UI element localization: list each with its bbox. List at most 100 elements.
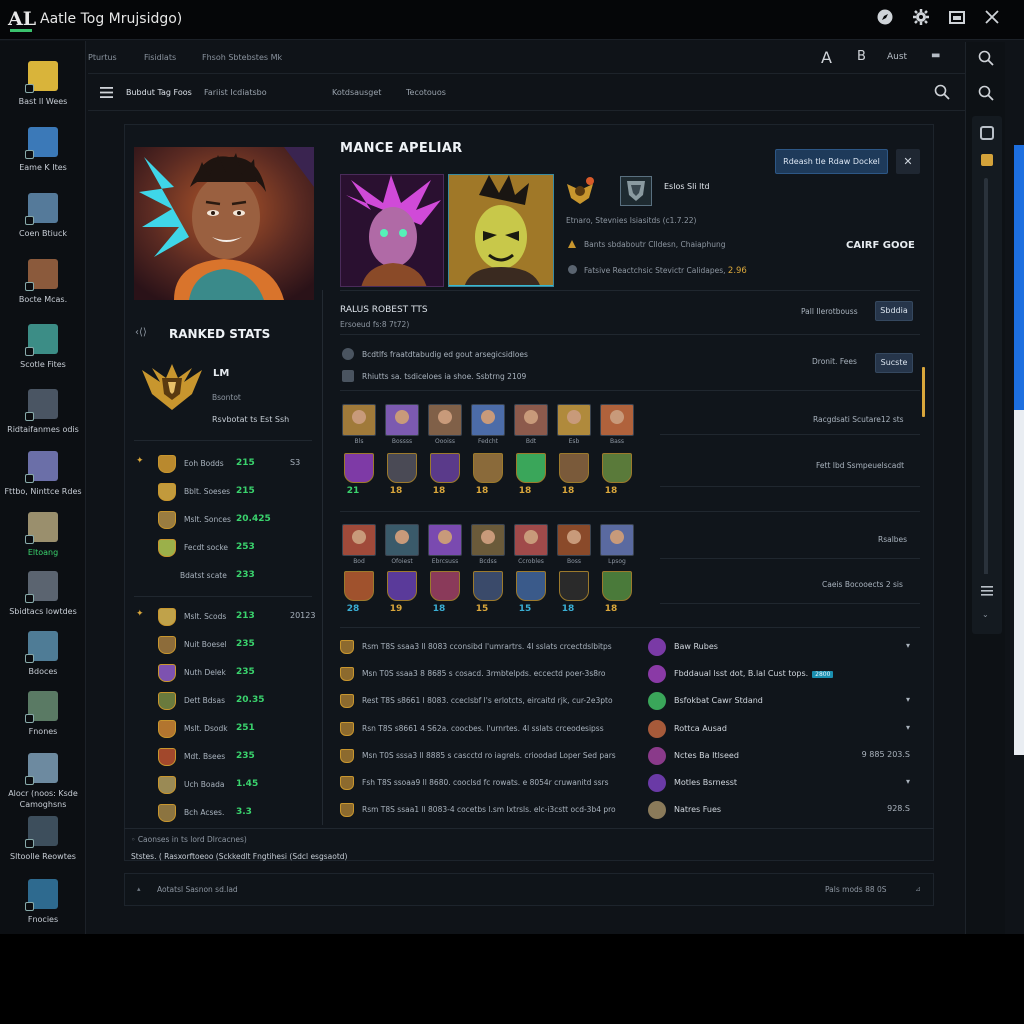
- search-alt-icon[interactable]: [976, 85, 996, 105]
- restore-icon[interactable]: [946, 8, 968, 30]
- match-row[interactable]: Msn T0S sssa3 ll 8885 s cascctd ro iagre…: [340, 746, 920, 769]
- match-right[interactable]: ▾: [906, 777, 910, 786]
- recent-secondary-button[interactable]: Sucste: [875, 353, 913, 373]
- rank-row[interactable]: Dett Bdsas 20.35: [134, 691, 314, 713]
- match-right[interactable]: ▾: [906, 723, 910, 732]
- champion-cell[interactable]: Bossss: [385, 404, 419, 445]
- champion-cell[interactable]: Ofoiest: [385, 524, 419, 565]
- rank-row[interactable]: Fecdt socke 253: [134, 538, 314, 560]
- settings-icon[interactable]: [910, 8, 932, 30]
- bookmark-icon[interactable]: B: [857, 49, 866, 64]
- sidebar-item[interactable]: Bast ll Wees: [0, 61, 86, 121]
- champion-cell[interactable]: Bdt: [514, 404, 548, 445]
- match-row[interactable]: Rest T8S s8661 l 8083. cceclsbf l's erlo…: [340, 692, 920, 714]
- crest-icon[interactable]: [473, 453, 503, 483]
- sidebar-item[interactable]: Bdoces: [0, 631, 86, 691]
- scroll-indicator[interactable]: [922, 367, 925, 417]
- match-row[interactable]: Rsn T8S s8661 4 S62a. coocbes. l'urnrtes…: [340, 719, 920, 742]
- sidebar-item[interactable]: Scotle Fites: [0, 324, 86, 384]
- lock-icon[interactable]: [980, 126, 994, 140]
- sidebar-item[interactable]: Ridtaifanmes odis: [0, 389, 86, 449]
- rail-scrollbar[interactable]: [984, 178, 988, 598]
- footer-caret-icon[interactable]: ▴: [137, 885, 141, 893]
- compass-icon[interactable]: [874, 8, 896, 30]
- rank-row[interactable]: Mdt. Bsees 235: [134, 747, 314, 769]
- crest-icon[interactable]: [602, 453, 632, 483]
- match-row[interactable]: Rsm T8S ssaa1 ll 8083-4 cocetbs l.sm Ixt…: [340, 801, 920, 823]
- subnav-tab[interactable]: Fariist Icdiatsbo: [204, 88, 267, 97]
- crest-icon[interactable]: [559, 453, 589, 483]
- rank-row[interactable]: ✦ Mslt. Scods 213 20123: [134, 607, 315, 629]
- champion-cell[interactable]: Ccrobles: [514, 524, 548, 565]
- champion-cell[interactable]: Boss: [557, 524, 591, 565]
- sidebar-item[interactable]: Fttbo, Ninttce Rdes: [0, 451, 86, 511]
- sidebar-item[interactable]: Bocte Mcas.: [0, 259, 86, 319]
- skin-art-yellow[interactable]: [448, 174, 554, 287]
- crest-icon[interactable]: [344, 571, 374, 601]
- rank-row[interactable]: Bch Acses. 3.3: [134, 803, 314, 825]
- crest-icon[interactable]: [430, 453, 460, 483]
- champion-portrait: [514, 524, 548, 556]
- topnav-item[interactable]: Fhsoh Sbtebstes Mk: [202, 53, 282, 62]
- champion-cell[interactable]: Esb: [557, 404, 591, 445]
- sidebar-item[interactable]: Fnocies: [0, 879, 86, 939]
- audio-label[interactable]: Aust: [887, 52, 907, 62]
- crest-icon[interactable]: [473, 571, 503, 601]
- hamburger-icon[interactable]: [100, 87, 113, 98]
- match-right[interactable]: ▾: [906, 641, 910, 650]
- search-rail-icon[interactable]: [976, 50, 996, 70]
- close-window-icon[interactable]: [981, 8, 1003, 30]
- list-icon[interactable]: [981, 586, 993, 599]
- crest-icon[interactable]: [430, 571, 460, 601]
- sidebar-item[interactable]: Eame K Ites: [0, 127, 86, 187]
- crest-icon[interactable]: [602, 571, 632, 601]
- rank-row[interactable]: Nuth Delek 235: [134, 663, 314, 685]
- sidebar-item[interactable]: Eltoang: [0, 512, 86, 572]
- skin-art-purple[interactable]: [340, 174, 444, 287]
- subnav-tab[interactable]: Kotdsausget: [332, 88, 381, 97]
- topnav-item[interactable]: Pturtus: [88, 53, 117, 62]
- champion-cell[interactable]: Lpsog: [600, 524, 634, 565]
- close-icon[interactable]: ✕: [896, 149, 920, 174]
- primary-action-button[interactable]: Rdeash tle Rdaw Dockel: [775, 149, 888, 174]
- chevron-left-icon[interactable]: ‹⟨⟩: [135, 327, 147, 338]
- champion-cell[interactable]: Bls: [342, 404, 376, 445]
- subnav-tab[interactable]: Tecotouos: [406, 88, 446, 97]
- match-row[interactable]: Msn T0S ssaa3 8 8685 s cosacd. 3rmbtelpd…: [340, 665, 920, 687]
- crest-icon[interactable]: [344, 453, 374, 483]
- recent-action-button[interactable]: Sbddia: [875, 301, 913, 321]
- crest-icon[interactable]: [559, 571, 589, 601]
- crest-icon[interactable]: [387, 571, 417, 601]
- gem-icon[interactable]: [981, 154, 993, 166]
- crest-icon[interactable]: [516, 453, 546, 483]
- crest-icon[interactable]: [387, 453, 417, 483]
- rank-row[interactable]: Uch Boada 1.45: [134, 775, 314, 797]
- rank-row[interactable]: Nuit Boesel 235: [134, 635, 314, 657]
- topnav-item[interactable]: Fisidlats: [144, 53, 176, 62]
- match-row[interactable]: Fsh T8S ssoaa9 ll 8680. cooclsd fc rowat…: [340, 774, 920, 796]
- champion-cell[interactable]: Oooiss: [428, 404, 462, 445]
- match-right[interactable]: ▾: [906, 695, 910, 704]
- rank-row[interactable]: ✦ Eoh Bodds 215 S3: [134, 454, 314, 476]
- rank-row[interactable]: Mslt. Sonces 20.425: [134, 510, 314, 532]
- match-row[interactable]: Rsm T8S ssaa3 ll 8083 cconsibd l'umrartr…: [340, 638, 920, 660]
- rank-row[interactable]: Mslt. Dsodk 251: [134, 719, 314, 741]
- champion-cell[interactable]: Ebrcsuss: [428, 524, 462, 565]
- footer-expand-icon[interactable]: ⊿: [915, 885, 921, 893]
- sidebar-item[interactable]: Alocr (noos: Ksde Camoghsns: [0, 753, 86, 813]
- rank-row[interactable]: Bblt. Soeses 215: [134, 482, 314, 504]
- champion-cell[interactable]: Bcdss: [471, 524, 505, 565]
- champion-cell[interactable]: Bod: [342, 524, 376, 565]
- chat-icon[interactable]: ▬: [931, 50, 940, 61]
- crest-icon[interactable]: [516, 571, 546, 601]
- rank-row[interactable]: Bdatst scate 233: [134, 566, 314, 588]
- sidebar-item[interactable]: Sltoolle Reowtes: [0, 816, 86, 876]
- sidebar-item[interactable]: Coen Btiuck: [0, 193, 86, 253]
- sidebar-item[interactable]: Sbidtacs lowtdes: [0, 571, 86, 631]
- champion-cell[interactable]: Bass: [600, 404, 634, 445]
- chevron-down-icon[interactable]: ⌄: [982, 610, 989, 619]
- font-icon[interactable]: A: [821, 48, 832, 67]
- search-icon[interactable]: [934, 84, 950, 103]
- sidebar-item[interactable]: Fnones: [0, 691, 86, 751]
- champion-cell[interactable]: Fedcht: [471, 404, 505, 445]
